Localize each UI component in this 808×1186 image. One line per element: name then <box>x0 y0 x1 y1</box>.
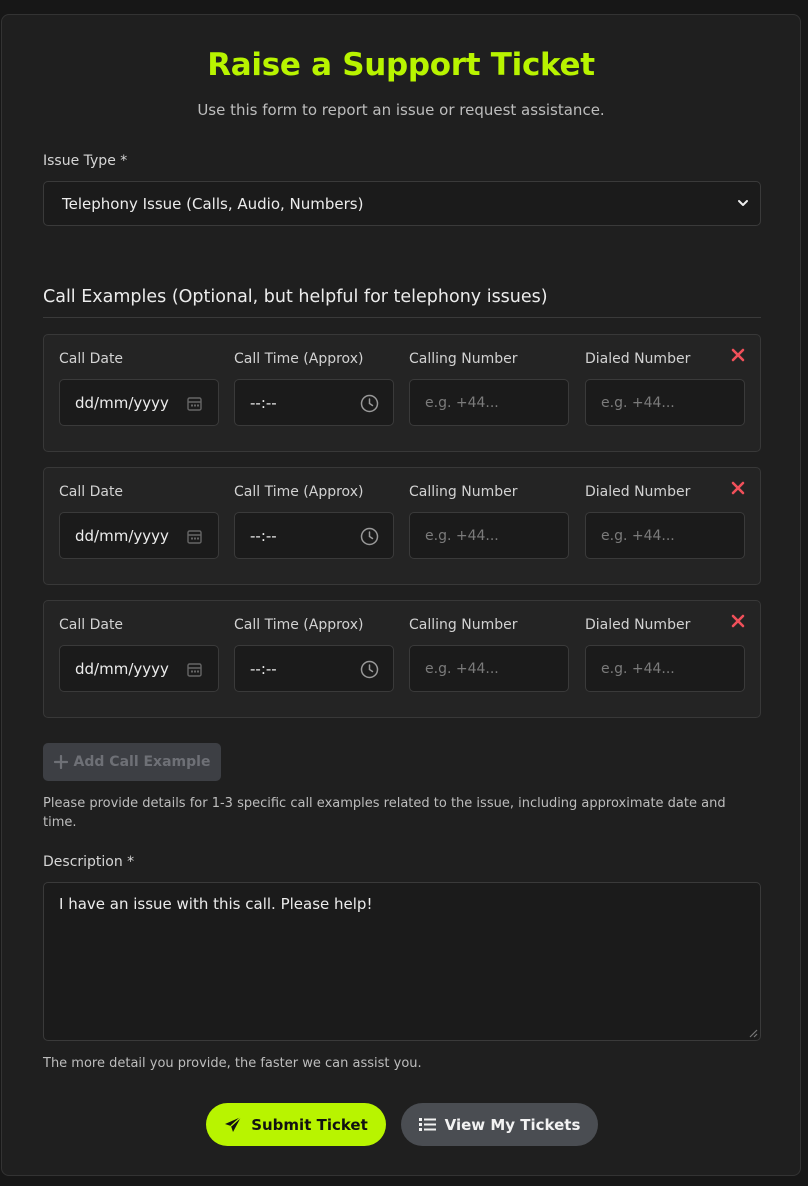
call-date-value: dd/mm/yyyy <box>75 393 169 412</box>
call-time-label: Call Time (Approx) <box>234 351 364 367</box>
calling-number-input[interactable]: e.g. +44... <box>409 379 569 426</box>
calendar-icon[interactable] <box>185 394 204 413</box>
calling-number-label: Calling Number <box>409 617 518 633</box>
calling-number-placeholder: e.g. +44... <box>425 394 499 411</box>
calling-number-placeholder: e.g. +44... <box>425 527 499 544</box>
calling-number-label: Calling Number <box>409 484 518 500</box>
calling-number-label: Calling Number <box>409 351 518 367</box>
view-my-tickets-button[interactable]: View My Tickets <box>401 1103 598 1146</box>
call-time-value: --:-- <box>250 393 277 412</box>
plus-icon <box>53 755 68 769</box>
call-example: Call Date Call Time (Approx) Calling Num… <box>43 600 761 718</box>
calling-number-input[interactable]: e.g. +44... <box>409 645 569 692</box>
view-my-tickets-label: View My Tickets <box>444 1115 581 1134</box>
clock-icon[interactable] <box>360 527 379 546</box>
page-subtitle: Use this form to report an issue or requ… <box>197 101 605 119</box>
remove-example-icon[interactable] <box>730 480 746 496</box>
calling-number-input[interactable]: e.g. +44... <box>409 512 569 559</box>
description-help: The more detail you provide, the faster … <box>43 1056 422 1071</box>
remove-example-icon[interactable] <box>730 613 746 629</box>
submit-ticket-label: Submit Ticket <box>251 1115 368 1134</box>
dialed-number-placeholder: e.g. +44... <box>601 660 675 677</box>
call-time-input[interactable]: --:-- <box>234 379 394 426</box>
add-call-example-button[interactable]: Add Call Example <box>43 743 221 781</box>
clock-icon[interactable] <box>360 660 379 679</box>
clock-icon[interactable] <box>360 394 379 413</box>
call-time-label: Call Time (Approx) <box>234 484 364 500</box>
remove-example-icon[interactable] <box>730 347 746 363</box>
call-time-input[interactable]: --:-- <box>234 512 394 559</box>
call-date-value: dd/mm/yyyy <box>75 659 169 678</box>
dialed-number-label: Dialed Number <box>585 484 691 500</box>
description-label: Description * <box>43 854 135 870</box>
calendar-icon[interactable] <box>185 527 204 546</box>
paper-plane-icon <box>225 1116 242 1132</box>
dialed-number-input[interactable]: e.g. +44... <box>585 512 745 559</box>
description-textarea[interactable]: I have an issue with this call. Please h… <box>43 882 761 1041</box>
call-date-input[interactable]: dd/mm/yyyy <box>59 512 219 559</box>
chevron-down-icon <box>738 200 748 206</box>
list-icon <box>418 1118 436 1131</box>
call-date-label: Call Date <box>59 484 124 500</box>
issue-type-value: Telephony Issue (Calls, Audio, Numbers) <box>62 194 364 213</box>
dialed-number-input[interactable]: e.g. +44... <box>585 379 745 426</box>
submit-ticket-button[interactable]: Submit Ticket <box>206 1103 386 1146</box>
calendar-icon[interactable] <box>185 660 204 679</box>
dialed-number-placeholder: e.g. +44... <box>601 394 675 411</box>
support-ticket-card: Raise a Support Ticket Use this form to … <box>1 14 801 1176</box>
call-time-input[interactable]: --:-- <box>234 645 394 692</box>
call-time-label: Call Time (Approx) <box>234 617 364 633</box>
call-time-value: --:-- <box>250 659 277 678</box>
add-call-example-label: Add Call Example <box>73 754 211 770</box>
section-divider <box>43 317 761 318</box>
page-title: Raise a Support Ticket <box>207 47 595 83</box>
description-value: I have an issue with this call. Please h… <box>59 895 373 913</box>
call-examples-title: Call Examples (Optional, but helpful for… <box>43 287 548 307</box>
dialed-number-label: Dialed Number <box>585 351 691 367</box>
call-example: Call Date Call Time (Approx) Calling Num… <box>43 334 761 452</box>
calling-number-placeholder: e.g. +44... <box>425 660 499 677</box>
dialed-number-label: Dialed Number <box>585 617 691 633</box>
dialed-number-placeholder: e.g. +44... <box>601 527 675 544</box>
call-time-value: --:-- <box>250 526 277 545</box>
call-date-input[interactable]: dd/mm/yyyy <box>59 379 219 426</box>
call-examples-help: Please provide details for 1-3 specific … <box>43 796 726 830</box>
call-date-label: Call Date <box>59 351 124 367</box>
dialed-number-input[interactable]: e.g. +44... <box>585 645 745 692</box>
call-date-value: dd/mm/yyyy <box>75 526 169 545</box>
issue-type-select[interactable]: Telephony Issue (Calls, Audio, Numbers) <box>43 181 761 226</box>
resize-grip-icon[interactable] <box>748 1028 758 1038</box>
call-date-input[interactable]: dd/mm/yyyy <box>59 645 219 692</box>
call-example: Call Date Call Time (Approx) Calling Num… <box>43 467 761 585</box>
call-date-label: Call Date <box>59 617 124 633</box>
issue-type-label: Issue Type * <box>43 153 128 169</box>
